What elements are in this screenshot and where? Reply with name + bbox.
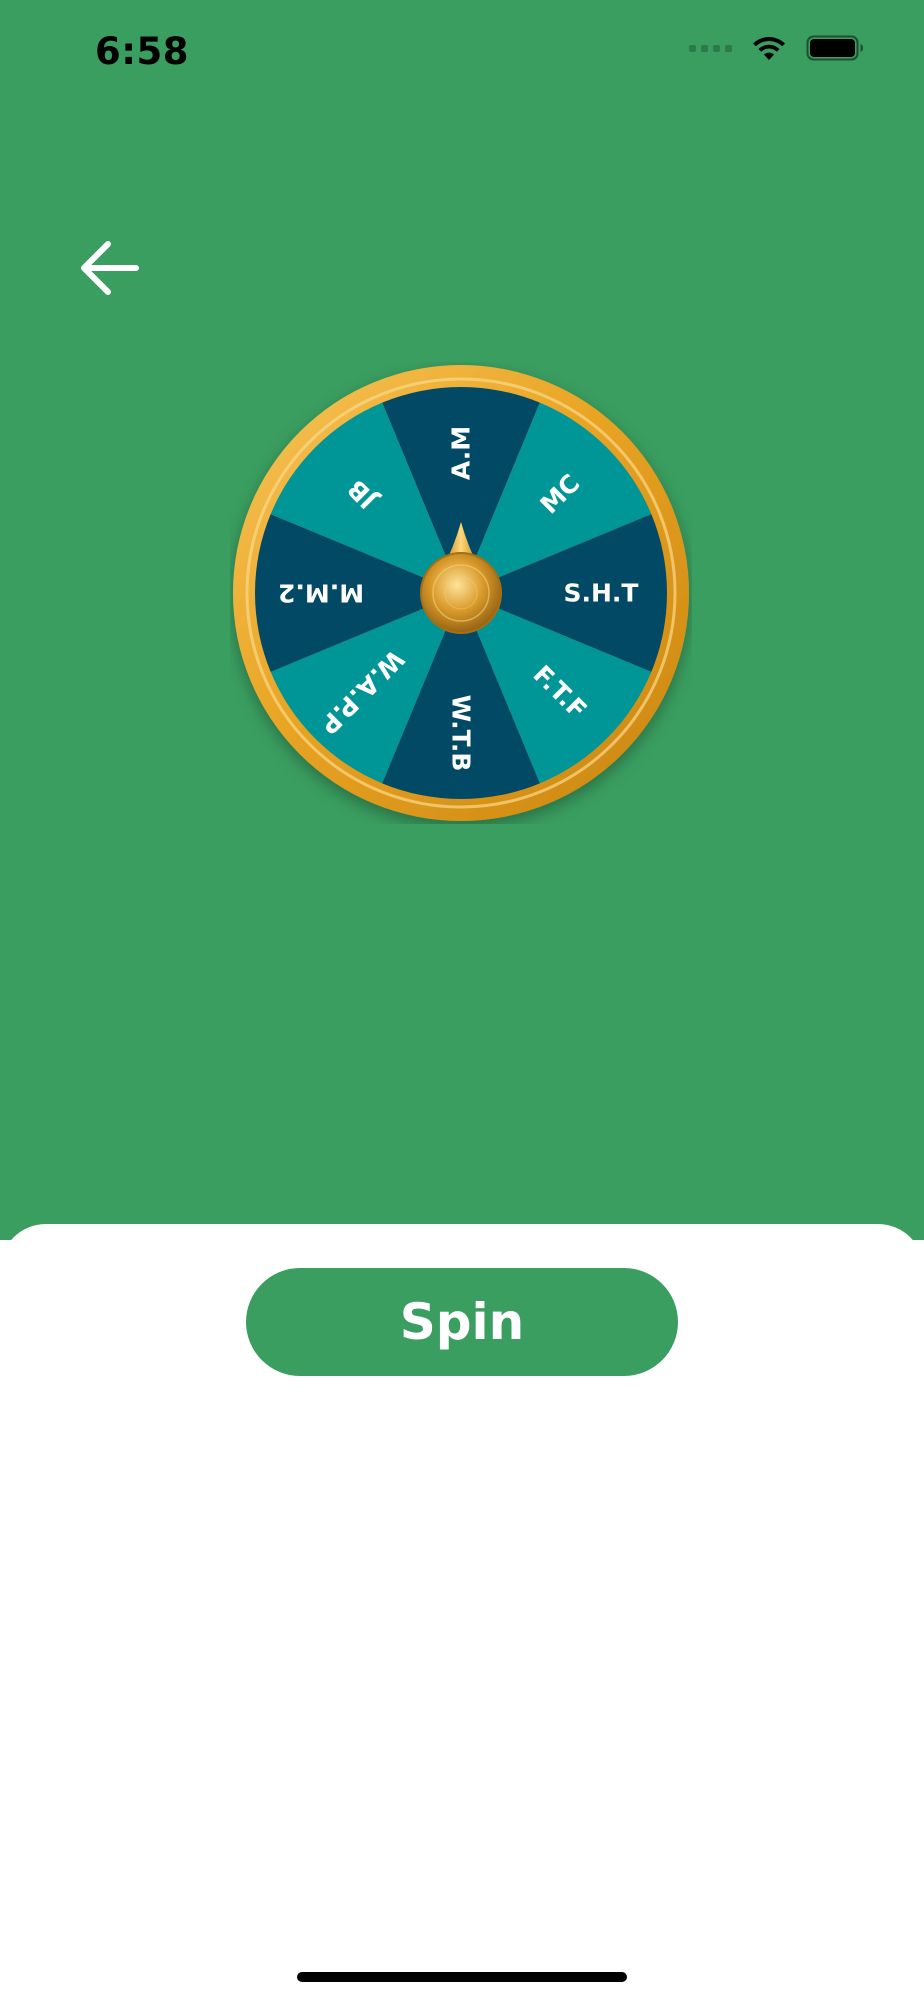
wheel-segment-label: S.H.T — [564, 579, 639, 608]
home-indicator — [297, 1972, 627, 1982]
wheel-segment-label: W.T.B — [447, 695, 476, 772]
status-time: 6:58 — [95, 30, 190, 73]
signal-dots-icon — [689, 44, 732, 52]
spin-wheel[interactable]: A.M MC S.H.T F.T.F W.T.B W.A.P.P M.M.2 JB — [230, 362, 692, 824]
arrow-left-icon — [81, 241, 139, 295]
wheel-graphic: A.MMCS.H.TF.T.FW.T.BW.A.P.PM.M.2JB — [233, 365, 689, 821]
spin-button[interactable]: Spin — [246, 1268, 678, 1376]
back-button[interactable] — [70, 228, 150, 308]
wifi-icon — [753, 37, 785, 60]
wheel-segment-label: A.M — [447, 426, 476, 480]
wheel-segment-label: M.M.2 — [278, 579, 364, 608]
status-bar: 6:58 — [0, 0, 924, 110]
status-icons — [689, 34, 864, 62]
battery-icon — [806, 35, 863, 61]
